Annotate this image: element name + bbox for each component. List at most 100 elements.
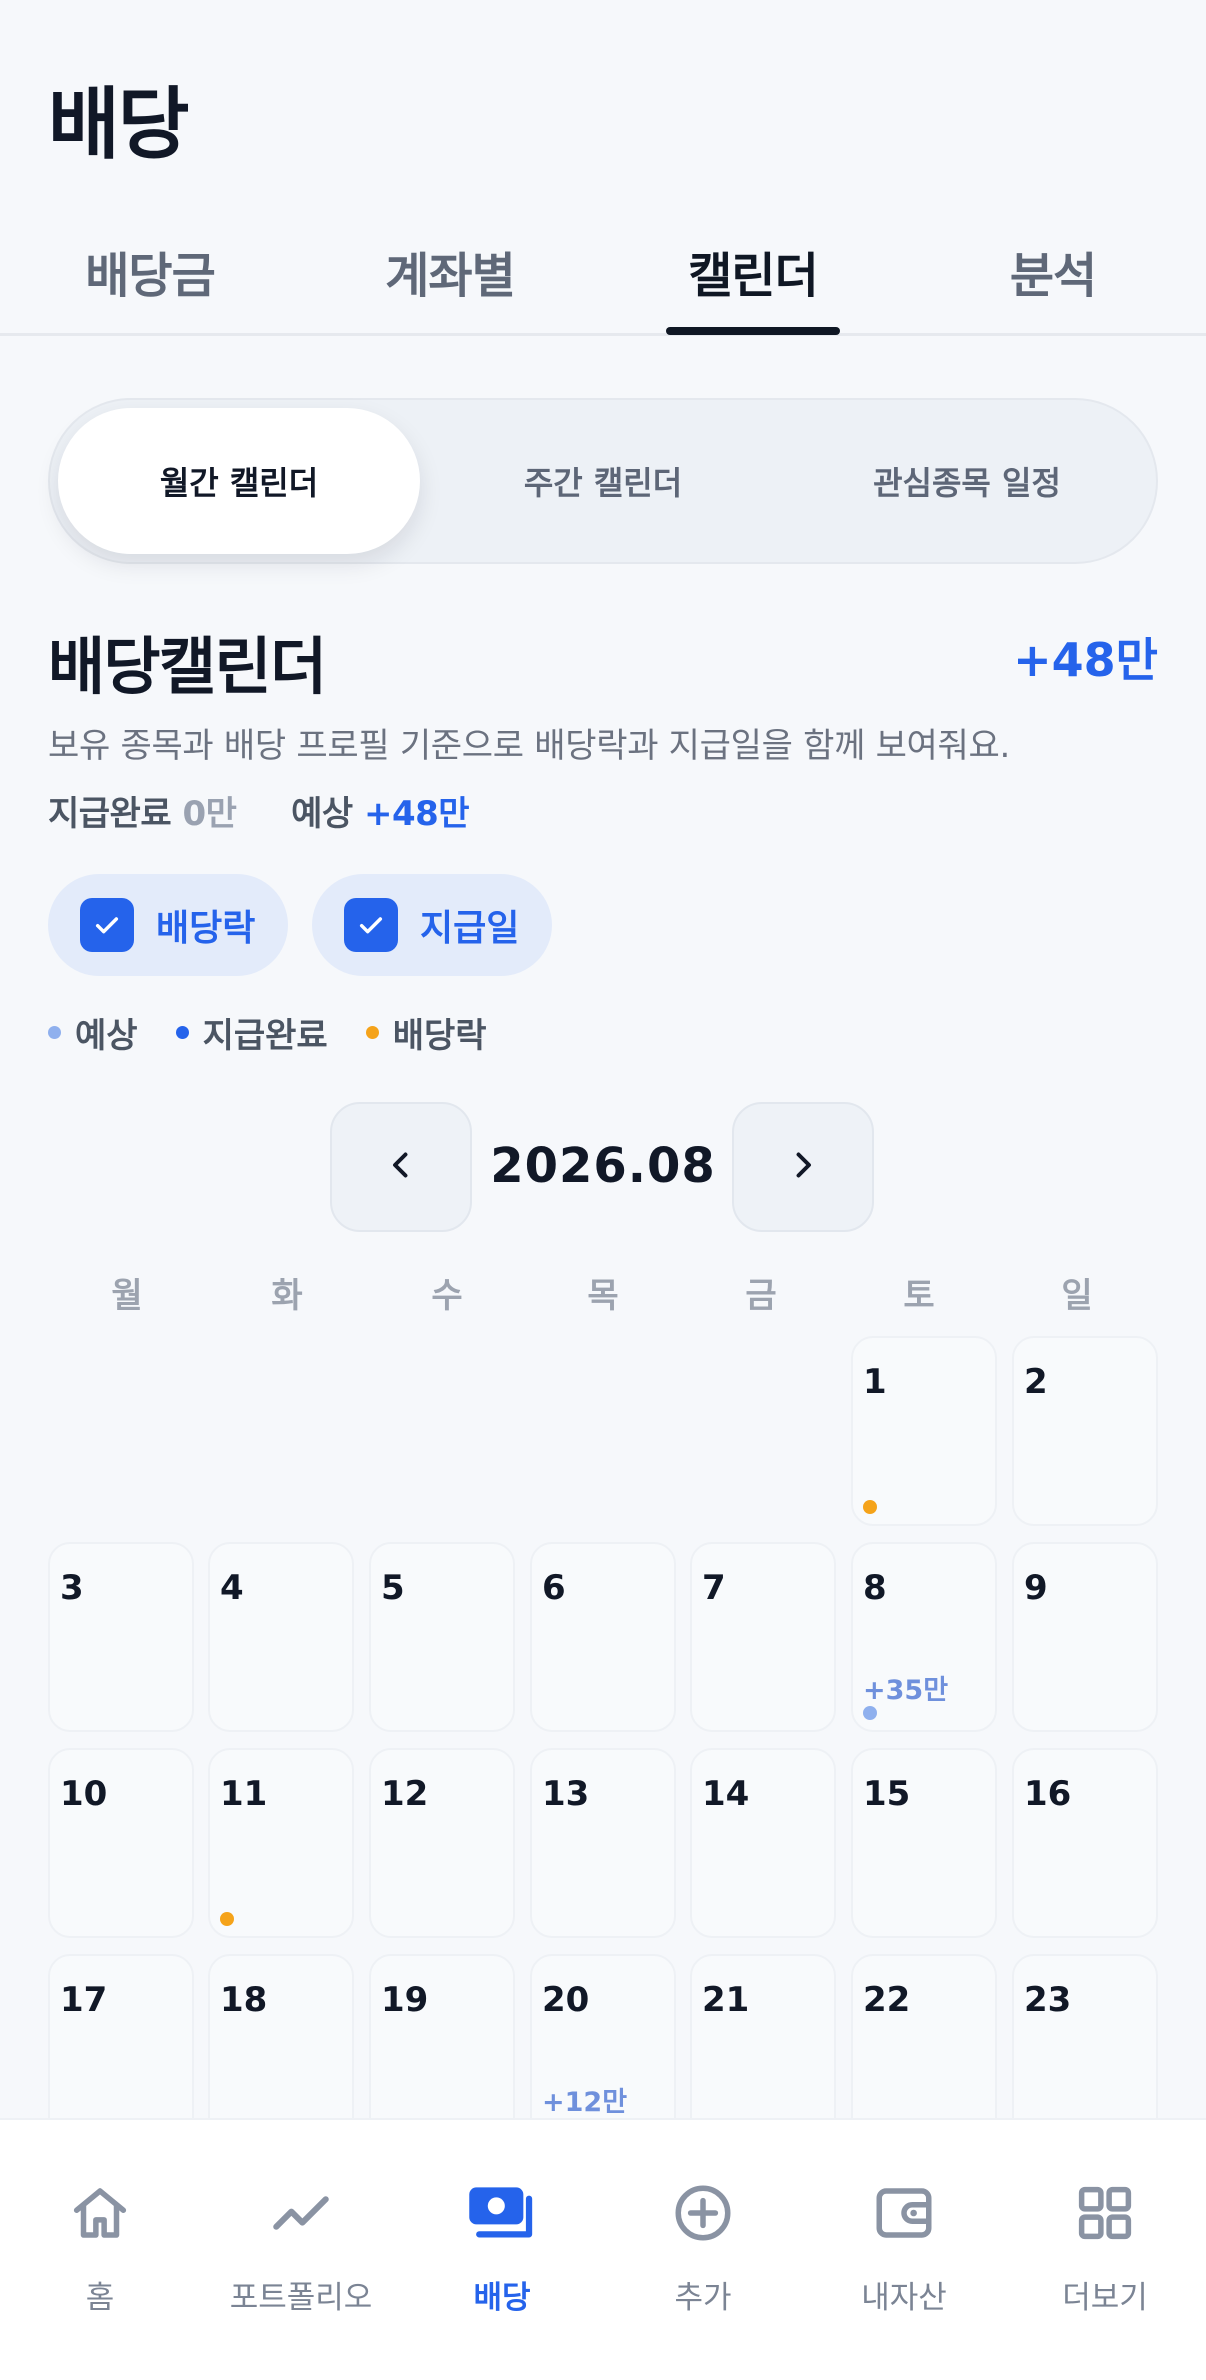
calendar-day-19[interactable]: 19	[369, 1954, 515, 2118]
trend-icon	[268, 2176, 334, 2250]
expected-label: 예상	[291, 794, 353, 834]
nav-portfolio[interactable]: 포트폴리오	[201, 2176, 401, 2317]
day-number: 17	[60, 1980, 108, 2020]
day-number: 21	[702, 1980, 750, 2020]
home-icon	[67, 2176, 133, 2250]
calendar-day-12[interactable]: 12	[369, 1748, 515, 1938]
weekday-label: 목	[587, 1276, 619, 1316]
nav-label: 홈	[85, 2280, 115, 2316]
page-title: 배당	[48, 80, 190, 170]
day-number: 12	[381, 1774, 429, 1814]
weekday-label: 금	[745, 1276, 777, 1316]
checkbox-checked-icon	[80, 898, 134, 952]
day-number: 7	[702, 1568, 726, 1608]
legend-dot	[48, 1026, 61, 1039]
nav-label: 배당	[473, 2280, 531, 2316]
calendar-day-1[interactable]: 1	[851, 1336, 997, 1526]
checkbox-checked-icon	[344, 898, 398, 952]
day-number: 8	[863, 1568, 887, 1608]
filter-label: 배당락	[156, 908, 256, 949]
grid-icon	[1072, 2176, 1138, 2250]
day-number: 6	[542, 1568, 566, 1608]
calendar-grid: 1 2 3 4 5 6 7 8 +35만 9 10 11 12 13 14 15 16 17 18 19 20 +12만 2…	[0, 1320, 1206, 2118]
nav-label: 내자산	[861, 2280, 947, 2316]
day-number: 18	[220, 1980, 268, 2020]
paid-value: 0만	[182, 794, 237, 834]
legend-expected: 예상	[48, 1008, 138, 1057]
day-number: 10	[60, 1774, 108, 1814]
segment-monthly-calendar[interactable]: 월간 캘린더	[58, 408, 420, 554]
day-number: 14	[702, 1774, 750, 1814]
weekday-label: 토	[903, 1276, 935, 1316]
calendar-day-2[interactable]: 2	[1012, 1336, 1158, 1526]
calendar-day-22[interactable]: 22	[851, 1954, 997, 2118]
weekday-label: 월	[111, 1276, 143, 1316]
tab-calendar[interactable]: 캘린더	[653, 236, 853, 306]
nav-dividend[interactable]: 배당	[402, 2176, 602, 2317]
dividend-summary: 지급완료 0만 예상 +48만	[48, 786, 470, 835]
weekday-label: 일	[1061, 1276, 1093, 1316]
nav-my-assets[interactable]: 내자산	[804, 2176, 1004, 2317]
segment-weekly-calendar[interactable]: 주간 캘린더	[422, 408, 784, 554]
calendar-day-23[interactable]: 23	[1012, 1954, 1158, 2118]
legend-paid: 지급완료	[175, 1008, 328, 1057]
calendar-day-21[interactable]: 21	[690, 1954, 836, 2118]
calendar-day-11[interactable]: 11	[208, 1748, 354, 1938]
wallet-icon	[871, 2176, 937, 2250]
calendar-day-16[interactable]: 16	[1012, 1748, 1158, 1938]
top-tabs: 배당금 계좌별 캘린더 분석	[0, 212, 1206, 336]
calendar-day-14[interactable]: 14	[690, 1748, 836, 1938]
day-event-dot	[863, 1500, 877, 1514]
calendar-day-3[interactable]: 3	[48, 1542, 194, 1732]
filter-payment-date-chip[interactable]: 지급일	[312, 874, 552, 976]
add-icon	[670, 2176, 736, 2250]
calendar-day-7[interactable]: 7	[690, 1542, 836, 1732]
legend-ex-dividend: 배당락	[365, 1008, 487, 1057]
tab-analysis[interactable]: 분석	[953, 236, 1153, 306]
legend-label: 예상	[75, 1016, 138, 1056]
calendar-day-18[interactable]: 18	[208, 1954, 354, 2118]
calendar-day-17[interactable]: 17	[48, 1954, 194, 2118]
nav-label: 추가	[674, 2280, 732, 2316]
next-month-button[interactable]	[732, 1102, 874, 1232]
calendar-day-15[interactable]: 15	[851, 1748, 997, 1938]
day-number: 3	[60, 1568, 84, 1608]
tab-by-account[interactable]: 계좌별	[350, 236, 550, 306]
day-number: 4	[220, 1568, 244, 1608]
bottom-navigation: 홈 포트폴리오 배당 추가 내자산 더보기	[0, 2118, 1206, 2380]
day-number: 13	[542, 1774, 590, 1814]
active-tab-indicator	[666, 327, 840, 335]
filter-ex-dividend-chip[interactable]: 배당락	[48, 874, 288, 976]
calendar-day-6[interactable]: 6	[530, 1542, 676, 1732]
calendar-day-5[interactable]: 5	[369, 1542, 515, 1732]
segment-watchlist-schedule[interactable]: 관심종목 일정	[786, 408, 1148, 554]
calendar-day-10[interactable]: 10	[48, 1748, 194, 1938]
legend-dot	[365, 1026, 379, 1039]
legend-label: 지급완료	[202, 1016, 328, 1056]
day-number: 9	[1024, 1568, 1048, 1608]
day-number: 23	[1024, 1980, 1072, 2020]
calendar-day-20[interactable]: 20 +12만	[530, 1954, 676, 2118]
chevron-right-icon	[785, 1147, 821, 1187]
day-number: 20	[542, 1980, 590, 2020]
calendar-day-9[interactable]: 9	[1012, 1542, 1158, 1732]
calendar-mode-switch: 월간 캘린더 주간 캘린더 관심종목 일정	[48, 398, 1158, 564]
calendar-day-4[interactable]: 4	[208, 1542, 354, 1732]
calendar-day-13[interactable]: 13	[530, 1748, 676, 1938]
nav-home[interactable]: 홈	[0, 2176, 200, 2317]
day-number: 2	[1024, 1362, 1048, 1402]
paid-label: 지급완료	[48, 794, 172, 834]
section-total: +48만	[1013, 633, 1158, 687]
nav-more[interactable]: 더보기	[1005, 2176, 1205, 2317]
tab-dividends[interactable]: 배당금	[50, 236, 250, 306]
day-number: 11	[220, 1774, 268, 1814]
weekday-label: 수	[431, 1276, 463, 1316]
calendar-day-8[interactable]: 8 +35만	[851, 1542, 997, 1732]
day-number: 22	[863, 1980, 911, 2020]
nav-label: 포트폴리오	[229, 2280, 373, 2316]
day-event-dot	[863, 1706, 877, 1720]
nav-add[interactable]: 추가	[603, 2176, 803, 2317]
section-description: 보유 종목과 배당 프로필 기준으로 배당락과 지급일을 함께 보여줘요.	[48, 726, 1011, 766]
day-number: 5	[381, 1568, 405, 1608]
current-month: 2026.08	[490, 1138, 716, 1194]
